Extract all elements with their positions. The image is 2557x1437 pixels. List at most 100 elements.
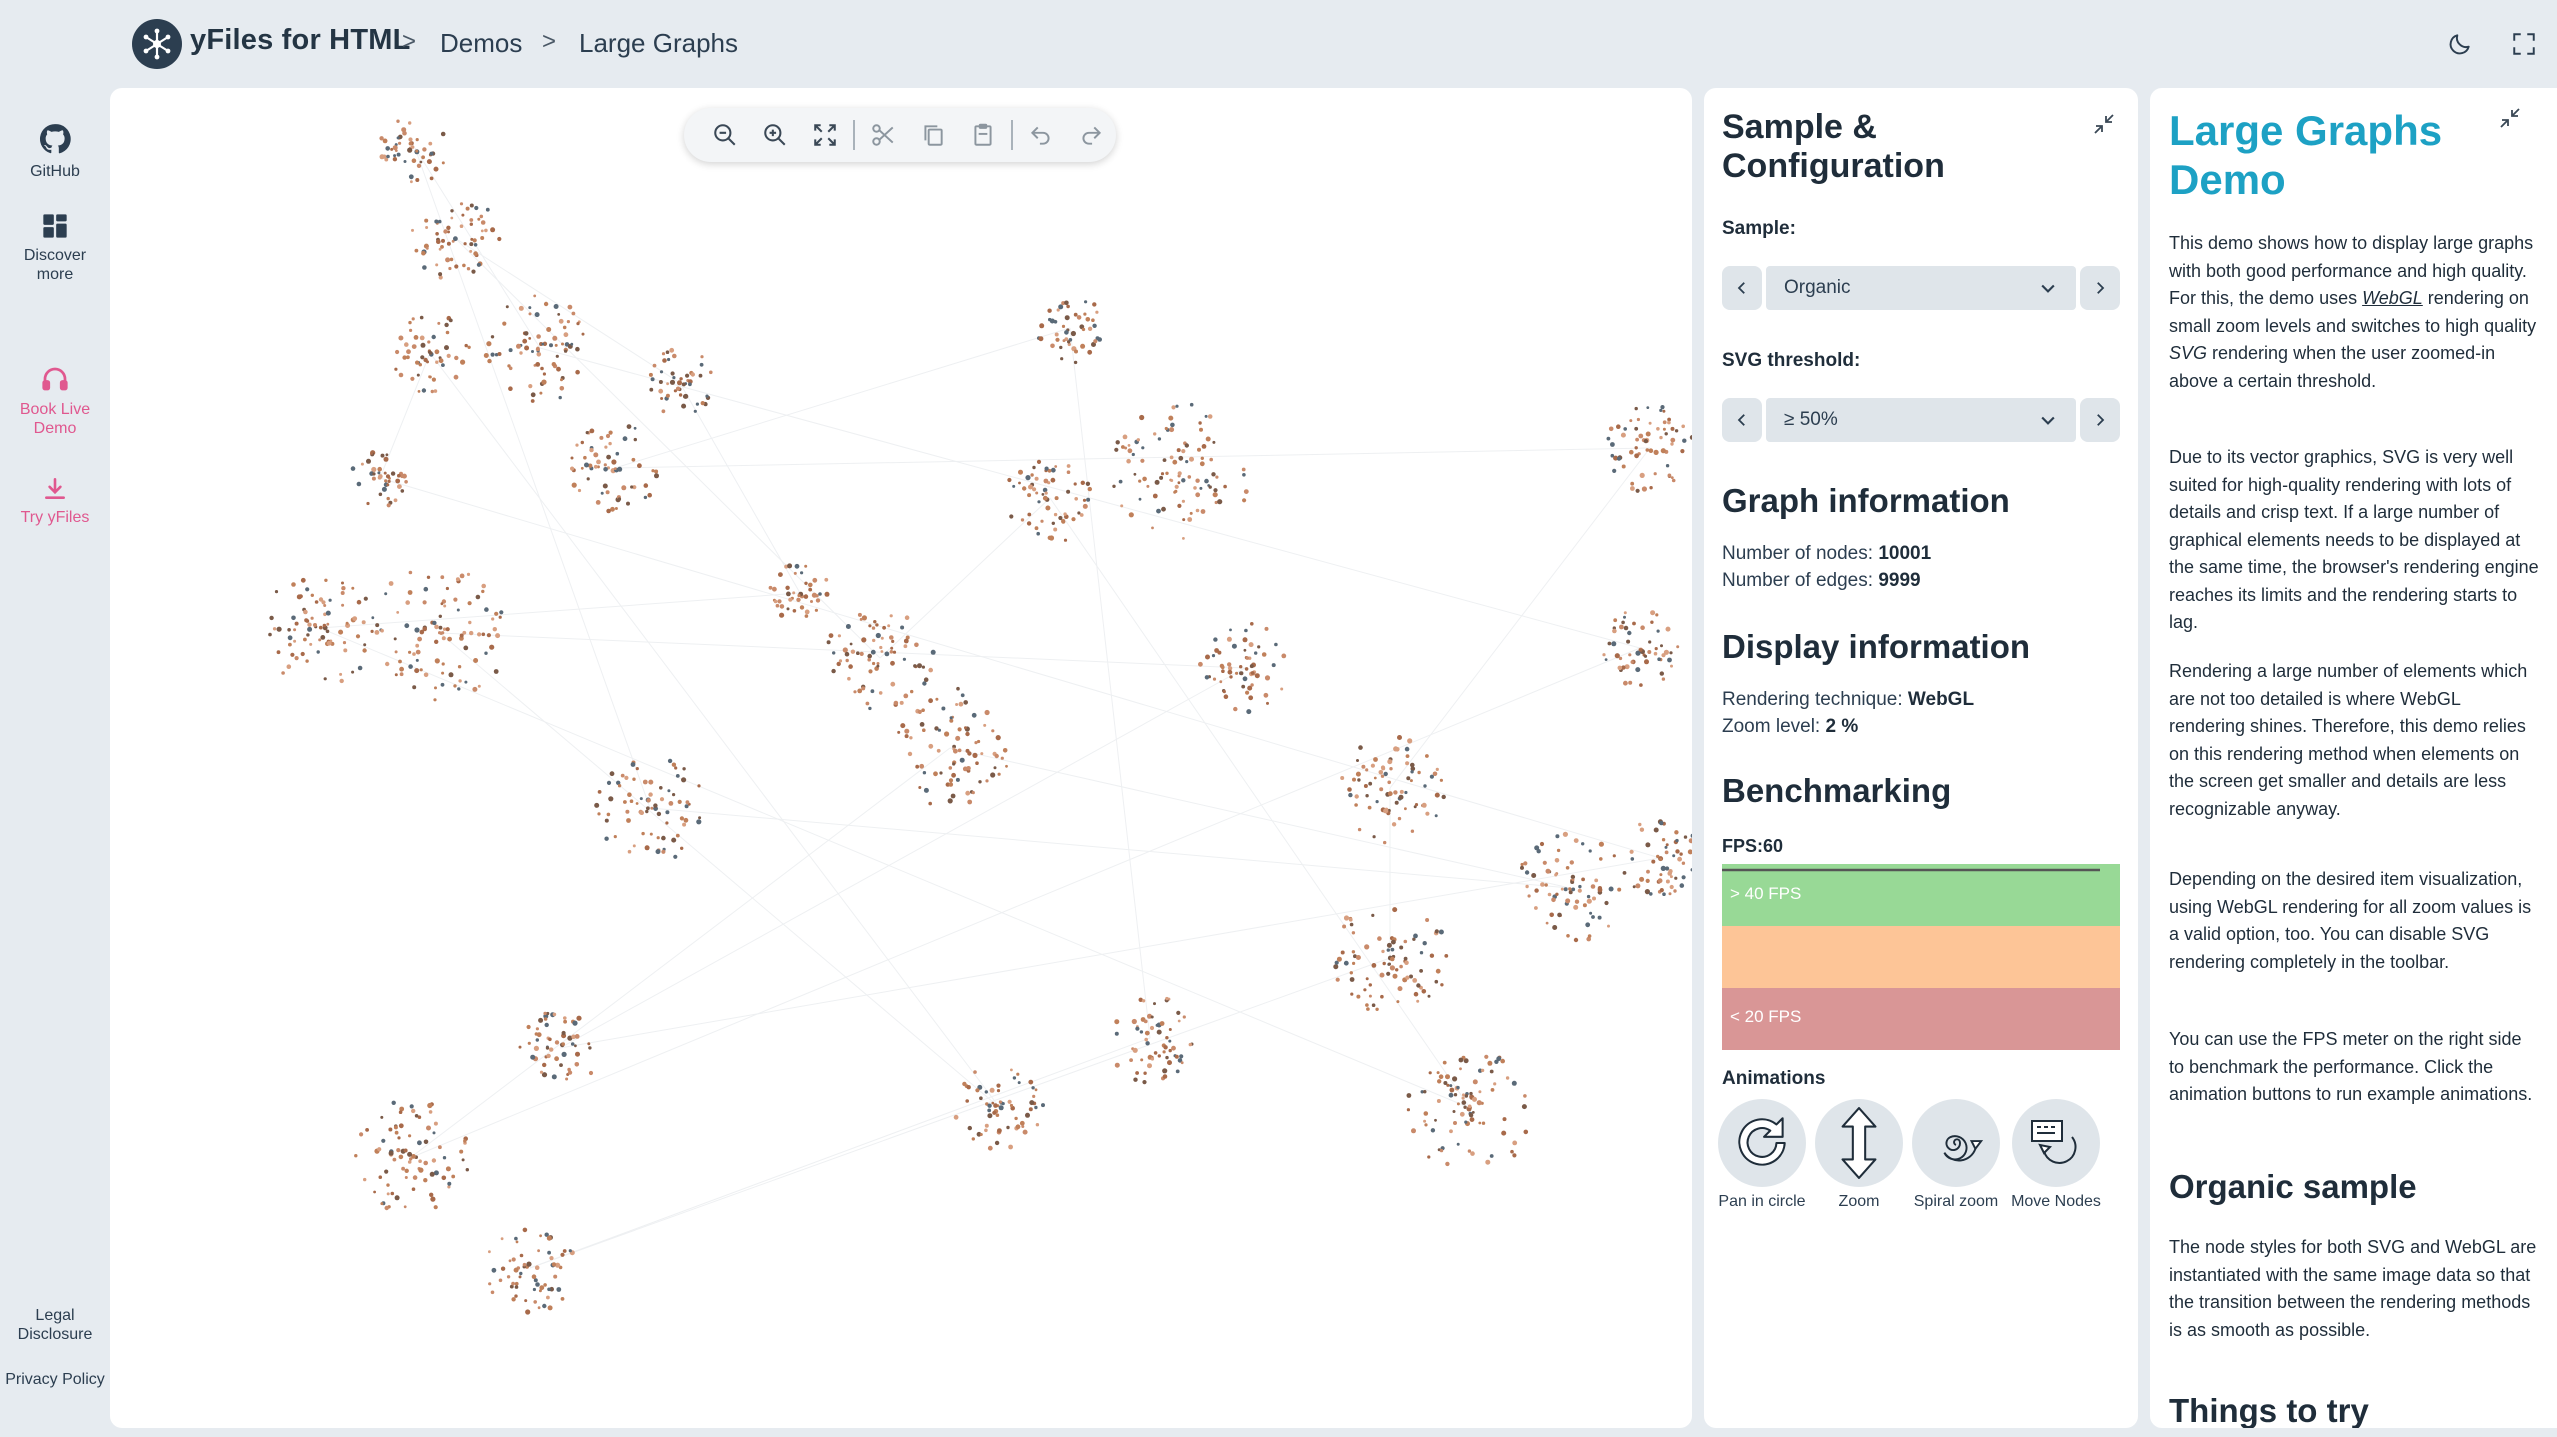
graph-node[interactable] bbox=[1254, 673, 1260, 679]
graph-node[interactable] bbox=[1082, 498, 1087, 502]
graph-node[interactable] bbox=[1365, 977, 1369, 981]
graph-node[interactable] bbox=[1009, 1103, 1014, 1108]
graph-node[interactable] bbox=[1143, 1071, 1147, 1075]
graph-node[interactable] bbox=[420, 355, 425, 360]
graph-node[interactable] bbox=[1434, 1118, 1437, 1122]
graph-node[interactable] bbox=[1398, 794, 1404, 800]
graph-node[interactable] bbox=[890, 660, 895, 666]
graph-node[interactable] bbox=[417, 390, 421, 393]
graph-node[interactable] bbox=[377, 1147, 382, 1152]
graph-node[interactable] bbox=[966, 766, 971, 771]
graph-node[interactable] bbox=[1689, 435, 1692, 440]
graph-node[interactable] bbox=[1027, 512, 1032, 517]
graph-canvas[interactable] bbox=[110, 88, 1692, 1428]
graph-node[interactable] bbox=[1435, 767, 1439, 772]
graph-node[interactable] bbox=[1568, 890, 1573, 895]
graph-node[interactable] bbox=[1357, 778, 1361, 782]
graph-node[interactable] bbox=[453, 597, 458, 602]
graph-node[interactable] bbox=[1132, 1047, 1138, 1053]
graph-node[interactable] bbox=[882, 625, 886, 630]
graph-node[interactable] bbox=[1539, 841, 1545, 847]
graph-node[interactable] bbox=[1018, 481, 1021, 485]
graph-node[interactable] bbox=[543, 1017, 548, 1021]
graph-node[interactable] bbox=[1456, 1102, 1460, 1106]
graph-node[interactable] bbox=[462, 263, 466, 268]
graph-node[interactable] bbox=[1165, 1055, 1169, 1060]
graph-node[interactable] bbox=[1035, 1123, 1040, 1127]
rail-try-yfiles[interactable]: Try yFiles bbox=[0, 476, 110, 527]
graph-node[interactable] bbox=[396, 152, 401, 157]
graph-node[interactable] bbox=[1029, 1100, 1035, 1106]
graph-node[interactable] bbox=[792, 609, 797, 613]
graph-node[interactable] bbox=[396, 119, 400, 123]
graph-node[interactable] bbox=[1354, 794, 1359, 799]
graph-node[interactable] bbox=[1577, 888, 1582, 893]
graph-node[interactable] bbox=[998, 1105, 1004, 1111]
graph-node[interactable] bbox=[1663, 649, 1669, 655]
graph-node[interactable] bbox=[1523, 1094, 1527, 1098]
graph-node[interactable] bbox=[815, 594, 819, 598]
graph-node[interactable] bbox=[963, 700, 968, 705]
graph-node[interactable] bbox=[975, 761, 979, 765]
graph-node[interactable] bbox=[1524, 870, 1530, 875]
graph-node[interactable] bbox=[1073, 360, 1078, 365]
graph-node[interactable] bbox=[1531, 873, 1537, 878]
graph-node[interactable] bbox=[1159, 475, 1164, 480]
graph-node[interactable] bbox=[913, 664, 917, 668]
graph-node[interactable] bbox=[1034, 1105, 1038, 1110]
dark-mode-icon[interactable] bbox=[2442, 26, 2478, 62]
graph-node[interactable] bbox=[527, 1041, 531, 1045]
graph-node[interactable] bbox=[371, 476, 376, 481]
graph-node[interactable] bbox=[491, 1267, 497, 1273]
graph-node[interactable] bbox=[1493, 1082, 1497, 1086]
graph-node[interactable] bbox=[298, 594, 303, 599]
graph-node[interactable] bbox=[1659, 435, 1663, 440]
graph-node[interactable] bbox=[1677, 856, 1682, 862]
graph-node[interactable] bbox=[303, 637, 307, 642]
graph-node[interactable] bbox=[1438, 929, 1444, 935]
graph-node[interactable] bbox=[1030, 473, 1034, 477]
graph-node[interactable] bbox=[1468, 1113, 1474, 1118]
graph-node[interactable] bbox=[1616, 424, 1621, 430]
graph-node[interactable] bbox=[1534, 906, 1538, 910]
graph-node[interactable] bbox=[1365, 1003, 1369, 1007]
graph-node[interactable] bbox=[1563, 887, 1568, 892]
graph-node[interactable] bbox=[480, 236, 485, 240]
graph-node[interactable] bbox=[488, 1250, 491, 1254]
graph-node[interactable] bbox=[861, 686, 866, 691]
graph-node[interactable] bbox=[1607, 641, 1612, 646]
graph-node[interactable] bbox=[1064, 330, 1069, 335]
graph-node[interactable] bbox=[363, 1177, 367, 1182]
graph-node[interactable] bbox=[440, 682, 445, 687]
graph-node[interactable] bbox=[438, 358, 444, 364]
graph-node[interactable] bbox=[548, 1037, 552, 1042]
graph-node[interactable] bbox=[1157, 1054, 1162, 1058]
graph-node[interactable] bbox=[438, 614, 442, 618]
graph-node[interactable] bbox=[984, 1123, 989, 1128]
graph-node[interactable] bbox=[352, 616, 358, 621]
graph-node[interactable] bbox=[1662, 892, 1666, 896]
graph-node[interactable] bbox=[477, 632, 482, 637]
graph-node[interactable] bbox=[1178, 455, 1184, 461]
graph-node[interactable] bbox=[1366, 1007, 1370, 1011]
graph-node[interactable] bbox=[606, 812, 611, 817]
graph-node[interactable] bbox=[1545, 921, 1549, 925]
graph-node[interactable] bbox=[621, 485, 627, 491]
graph-node[interactable] bbox=[1617, 665, 1623, 671]
graph-node[interactable] bbox=[571, 311, 576, 316]
graph-node[interactable] bbox=[465, 1168, 469, 1172]
graph-node[interactable] bbox=[558, 395, 562, 400]
graph-node[interactable] bbox=[458, 679, 462, 683]
graph-node[interactable] bbox=[556, 366, 561, 372]
graph-node[interactable] bbox=[404, 342, 409, 347]
graph-node[interactable] bbox=[1632, 885, 1636, 889]
graph-node[interactable] bbox=[1343, 915, 1350, 921]
graph-node[interactable] bbox=[421, 388, 427, 393]
yfiles-logo-icon[interactable] bbox=[132, 19, 182, 69]
graph-node[interactable] bbox=[294, 656, 299, 661]
graph-node[interactable] bbox=[865, 701, 870, 706]
graph-node[interactable] bbox=[648, 792, 653, 797]
graph-node[interactable] bbox=[633, 426, 637, 430]
graph-node[interactable] bbox=[1050, 477, 1056, 483]
graph-node[interactable] bbox=[524, 1299, 528, 1303]
